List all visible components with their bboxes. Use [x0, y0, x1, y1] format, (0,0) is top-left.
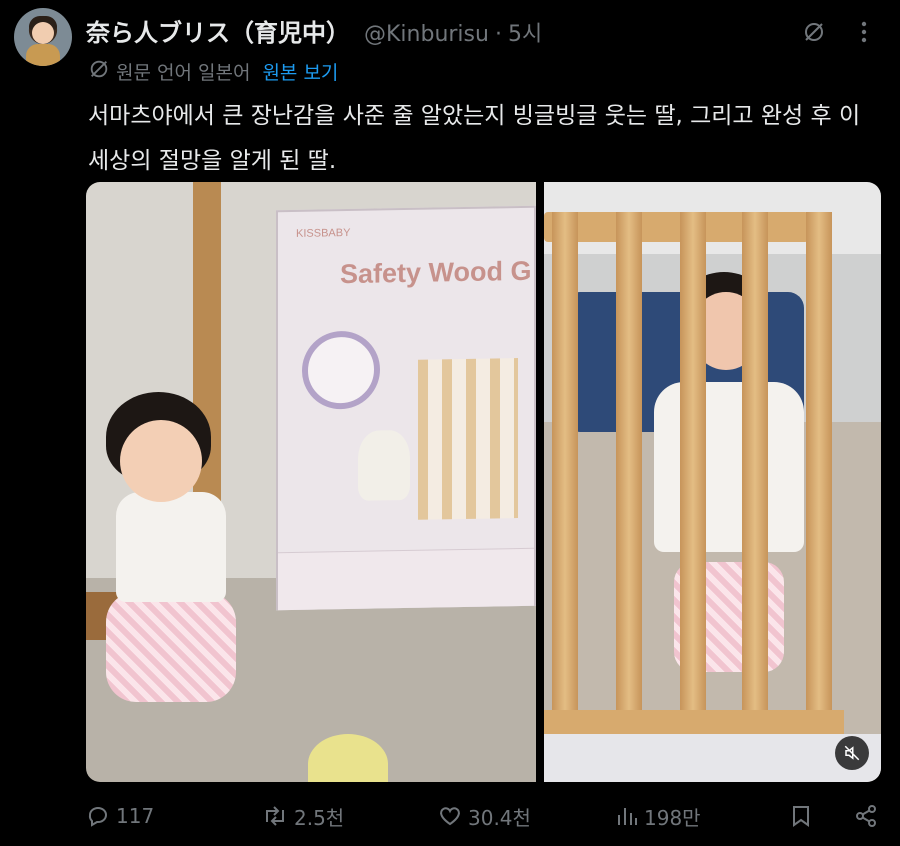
gate-bar [742, 212, 768, 732]
share-icon [854, 804, 878, 828]
box-title-text: Safety Wood G [340, 255, 532, 290]
header-actions [800, 18, 878, 46]
translation-row: 원문 언어 일본어 원본 보기 [88, 58, 338, 85]
share-button[interactable] [854, 804, 878, 828]
repost-icon [262, 804, 288, 828]
box-brand-text: KISSBABY [296, 226, 351, 240]
smiling-child-image [106, 392, 236, 722]
avatar[interactable] [14, 8, 72, 66]
bookmark-icon [790, 804, 812, 828]
gate-bar [806, 212, 832, 732]
like-count: 30.4천 [468, 805, 531, 830]
reply-button[interactable]: 117 [86, 804, 154, 828]
like-icon [438, 804, 462, 828]
photo-left[interactable]: KISSBABY Safety Wood G [86, 182, 536, 782]
repost-button[interactable]: 2.5천 [262, 802, 344, 831]
reply-icon [86, 804, 110, 828]
views-icon [616, 804, 638, 828]
tweet-text: 서마츠야에서 큰 장난감을 사준 줄 알았는지 빙글빙글 웃는 딸, 그리고 완… [88, 103, 861, 174]
repost-count: 2.5천 [294, 805, 345, 830]
separator-dot: · [494, 22, 502, 47]
crying-child-image [654, 272, 804, 692]
mute-icon[interactable] [835, 736, 869, 770]
views-count: 198만 [644, 805, 701, 830]
reply-count: 117 [116, 804, 155, 828]
like-button[interactable]: 30.4천 [438, 802, 531, 831]
translate-small-icon [88, 58, 110, 85]
author-handle[interactable]: @Kinburisu [364, 22, 489, 47]
gate-bar [552, 212, 578, 732]
gate-box-image: KISSBABY Safety Wood G [276, 205, 536, 611]
translation-meta: 원문 언어 일본어 [116, 62, 251, 84]
more-icon[interactable] [850, 18, 878, 46]
gate-rail-top [544, 212, 809, 242]
bookmark-button[interactable] [790, 804, 812, 828]
translate-icon[interactable] [800, 18, 828, 46]
author-name[interactable]: 奈ら人ブリス（育児中） [86, 13, 350, 48]
views-button[interactable]: 198만 [616, 802, 701, 831]
toy-image [308, 734, 388, 782]
gate-bar [616, 212, 642, 732]
action-bar: 117 2.5천 30.4천 198만 [86, 798, 881, 834]
gate-bar [680, 212, 706, 732]
tweet-header: 奈ら人ブリス（育児中） @Kinburisu · 5시 [86, 13, 542, 48]
media-grid: KISSBABY Safety Wood G [86, 182, 881, 782]
gate-rail-bottom [544, 710, 844, 734]
post-time[interactable]: 5시 [508, 16, 542, 48]
show-original-link[interactable]: 원본 보기 [262, 58, 338, 85]
photo-right[interactable] [544, 182, 881, 782]
